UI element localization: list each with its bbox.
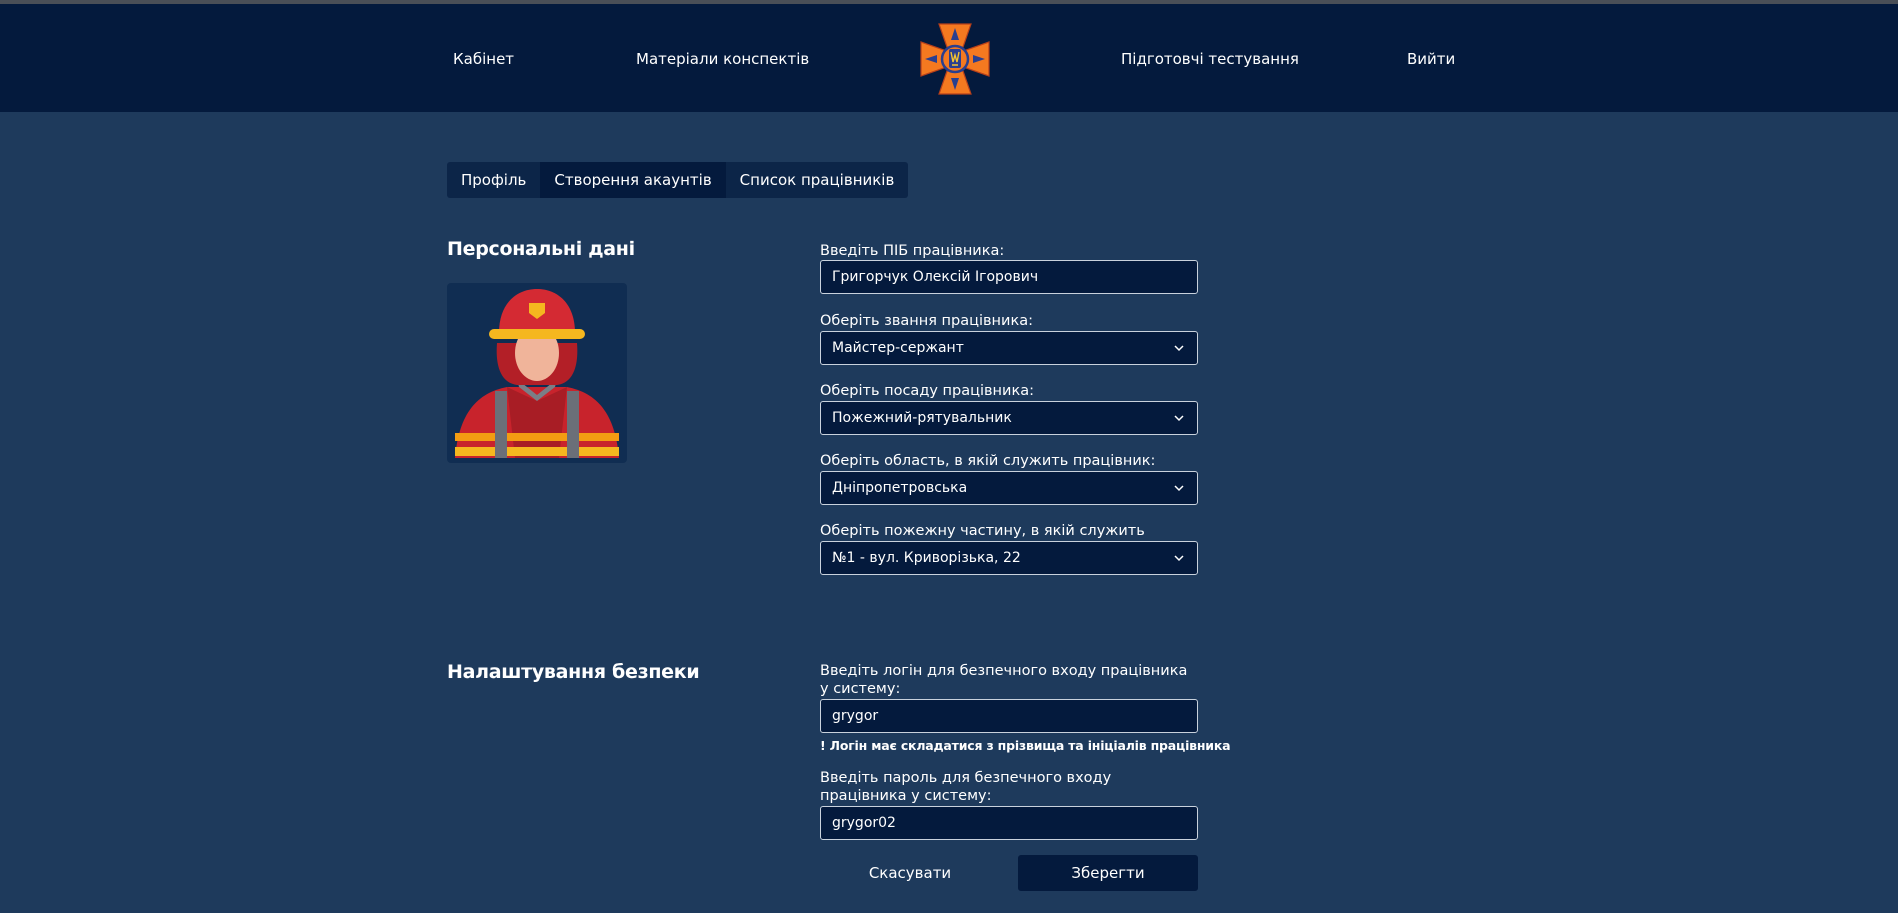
chevron-down-icon [1174, 555, 1184, 562]
position-select-value: Пожежний-рятувальник [832, 410, 1012, 426]
cancel-button[interactable]: Скасувати [820, 856, 1000, 890]
rank-select-value: Майстер-сержант [832, 340, 964, 356]
account-tabs: Профіль Створення акаунтів Список праців… [447, 162, 909, 198]
nav-materials-link[interactable]: Матеріали конспектів [636, 50, 809, 68]
region-select[interactable]: Дніпропетровська [820, 471, 1198, 505]
region-field-label: Оберіть область, в якій служить працівни… [820, 453, 1156, 469]
personal-data-heading: Персональні дані [447, 238, 635, 260]
tab-create-accounts[interactable]: Створення акаунтів [540, 162, 726, 198]
security-settings-heading: Налаштування безпеки [447, 661, 700, 683]
login-input[interactable] [820, 699, 1198, 733]
fire-unit-select[interactable]: №1 - вул. Криворізька, 22 [820, 541, 1198, 575]
rank-select[interactable]: Майстер-сержант [820, 331, 1198, 365]
password-input[interactable] [820, 806, 1198, 840]
chevron-down-icon [1174, 415, 1184, 422]
employee-name-input[interactable] [820, 260, 1198, 294]
tab-employee-list[interactable]: Список працівників [726, 162, 909, 198]
position-field-label: Оберіть посаду працівника: [820, 383, 1034, 399]
password-field-label: Введіть пароль для безпечного входу прац… [820, 770, 1112, 804]
fire-unit-select-value: №1 - вул. Криворізька, 22 [832, 550, 1021, 566]
login-field-label: Введіть логін для безпечного входу праці… [820, 663, 1188, 697]
rank-field-label: Оберіть звання працівника: [820, 313, 1033, 329]
nav-cabinet-link[interactable]: Кабінет [453, 50, 514, 68]
tab-profile[interactable]: Профіль [447, 162, 540, 198]
top-navbar: Кабінет Матеріали конспектів Підготовчі … [0, 4, 1898, 112]
nav-tests-link[interactable]: Підготовчі тестування [1121, 50, 1299, 68]
chevron-down-icon [1174, 345, 1184, 352]
region-select-value: Дніпропетровська [832, 480, 968, 496]
login-hint: ! Логін має складатися з прізвища та іні… [820, 738, 1231, 753]
name-field-label: Введіть ПІБ працівника: [820, 243, 1005, 259]
firefighter-avatar-icon [455, 289, 619, 458]
nav-logout-link[interactable]: Вийти [1407, 50, 1455, 68]
civil-protection-logo-icon[interactable] [917, 20, 993, 98]
employee-avatar[interactable] [447, 283, 627, 463]
chevron-down-icon [1174, 485, 1184, 492]
position-select[interactable]: Пожежний-рятувальник [820, 401, 1198, 435]
save-button[interactable]: Зберегти [1018, 855, 1198, 891]
